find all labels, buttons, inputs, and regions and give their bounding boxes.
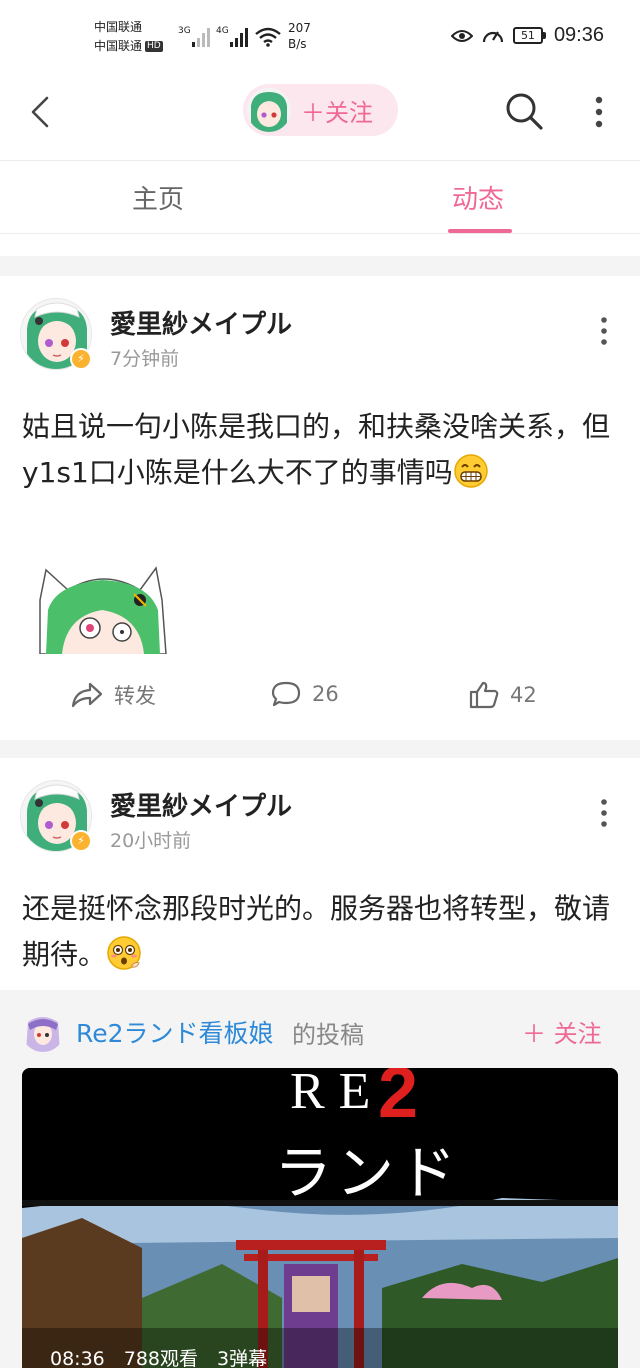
comment-icon (271, 681, 301, 707)
follow-pill-button[interactable]: ＋关注 (243, 84, 398, 136)
post-content: 还是挺怀念那段时光的。服务器也将转型，敬请期待。 (22, 886, 622, 978)
forward-label: 转发 (114, 684, 156, 708)
post-time: 20小时前 (110, 830, 192, 852)
post-author[interactable]: 愛里紗メイプル (110, 304, 292, 341)
video-title-re: RE (290, 1068, 385, 1120)
signal-4g-label: 4G (216, 26, 229, 36)
clock: 09:36 (553, 24, 604, 46)
signal-3g-label: 3G (178, 26, 191, 36)
tab-home[interactable]: 主页 (132, 179, 184, 216)
post-more-icon[interactable] (594, 796, 614, 830)
post-actions: 转发 26 42 (0, 674, 640, 720)
net-speed-unit: B/s (288, 37, 307, 51)
carrier-info: 中国联通 中国联通 HD (94, 18, 163, 56)
thumbs-up-icon (469, 681, 499, 709)
lightning-badge-icon: ⚡ (70, 348, 92, 370)
status-bar: 中国联通 中国联通 HD 3G 4G 207 B/s 51 09:36 (0, 0, 640, 72)
carrier-2-label: 中国联通 (94, 39, 143, 53)
battery-level: 51 (512, 27, 543, 44)
video-title-number: 2 (378, 1068, 419, 1133)
post-more-icon[interactable] (594, 314, 614, 348)
video-title-kana: ランド (274, 1139, 461, 1207)
top-nav: ＋关注 (0, 72, 640, 160)
battery-icon: 51 (512, 27, 546, 44)
wifi-icon (255, 27, 281, 47)
user-mini-avatar (247, 88, 291, 132)
sticker-image[interactable] (36, 560, 172, 654)
eye-icon (450, 29, 473, 42)
post-text: 姑且说一句小陈是我口的，和扶桑没啥关系，但y1s1口小陈是什么大不了的事情吗 (22, 410, 611, 489)
video-thumbnail[interactable]: RE 2 ランド 08:36 788观看 3弹幕 (22, 1068, 618, 1368)
post-author[interactable]: 愛里紗メイプル (110, 786, 292, 823)
net-speed: 207 B/s (288, 20, 311, 52)
post-card[interactable]: ⚡ 愛里紗メイプル 20小时前 还是挺怀念那段时光的。服务器也将转型，敬请期待。… (0, 758, 640, 1368)
video-meta: 08:36 788观看 3弹幕 (50, 1348, 268, 1368)
flushed-emoji-icon (107, 936, 141, 970)
tab-dynamics[interactable]: 动态 (452, 179, 504, 216)
repost-suffix: 的投稿 (292, 1021, 364, 1049)
more-vertical-icon[interactable] (584, 92, 614, 132)
hd-badge: HD (145, 41, 163, 52)
net-speed-value: 207 (288, 21, 311, 35)
forward-button[interactable]: 转发 (70, 680, 156, 710)
status-right: 51 09:36 (450, 24, 604, 47)
lightning-badge-icon: ⚡ (70, 830, 92, 852)
repost-follow-button[interactable]: ＋ 关注 (522, 1014, 602, 1049)
signal-3g-icon: 3G (178, 26, 210, 47)
speedometer-icon (482, 30, 504, 42)
repost-author[interactable]: Re2ランド看板娘 (76, 1014, 274, 1050)
post-time: 7分钟前 (110, 348, 180, 370)
post-content: 姑且说一句小陈是我口的，和扶桑没啥关系，但y1s1口小陈是什么大不了的事情吗 (22, 404, 622, 496)
profile-tabs: 主页 动态 (0, 160, 640, 234)
carrier-1: 中国联通 (94, 20, 143, 34)
like-button[interactable]: 42 (468, 680, 537, 710)
carrier-2: 中国联通 HD (94, 37, 163, 56)
repost-block[interactable]: Re2ランド看板娘 的投稿 ＋ 关注 RE 2 ランド 08:36 788观看 … (0, 990, 640, 1368)
tabs-spacer (0, 234, 640, 256)
tab-indicator (448, 229, 512, 233)
follow-label: ＋关注 (301, 98, 373, 127)
comment-count: 26 (312, 682, 339, 706)
comment-button[interactable]: 26 (270, 680, 339, 708)
grin-emoji-icon (454, 454, 488, 488)
like-count: 42 (510, 683, 537, 707)
forward-icon (71, 682, 103, 708)
search-icon[interactable] (503, 90, 545, 132)
signal-4g-icon: 4G (216, 26, 248, 47)
back-icon[interactable] (22, 92, 62, 132)
post-card[interactable]: ⚡ 愛里紗メイプル 7分钟前 姑且说一句小陈是我口的，和扶桑没啥关系，但y1s1… (0, 276, 640, 740)
repost-author-avatar[interactable] (22, 1012, 64, 1052)
